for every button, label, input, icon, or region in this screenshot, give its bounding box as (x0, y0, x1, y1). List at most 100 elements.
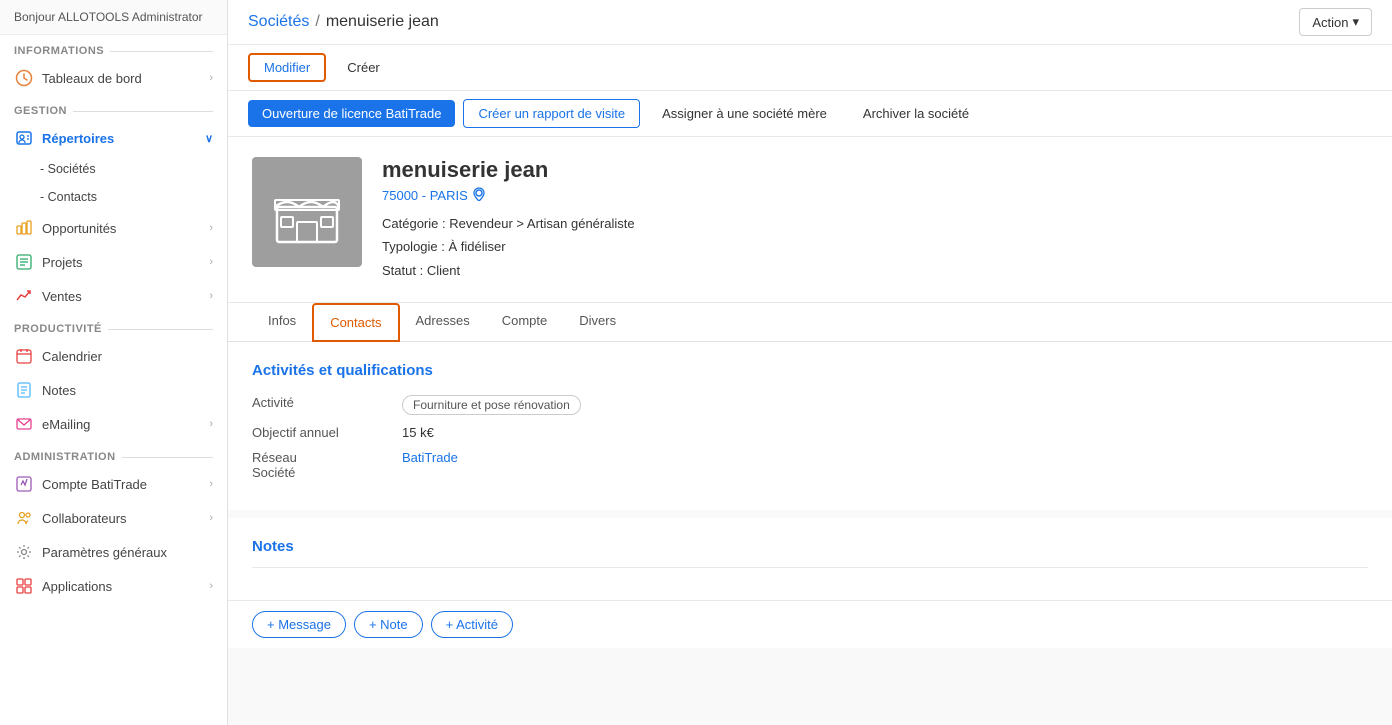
compte-icon (14, 474, 34, 494)
btn-activite[interactable]: + Activité (431, 611, 513, 638)
sidebar-label-tableaux: Tableaux de bord (42, 71, 142, 86)
collaborateurs-icon (14, 508, 34, 528)
action-bar: Ouverture de licence BatiTrade Créer un … (228, 91, 1392, 137)
location-text: 75000 - PARIS (382, 188, 468, 203)
sidebar-label-notes: Notes (42, 383, 76, 398)
status-value: Client (427, 263, 460, 278)
action-dropdown-button[interactable]: Action ▾ (1299, 8, 1372, 36)
chevron-applications: › (209, 580, 213, 592)
btn-ouverture-licence[interactable]: Ouverture de licence BatiTrade (248, 100, 455, 127)
field-label-reseau: Réseau Société (252, 450, 402, 480)
tab-contacts[interactable]: Contacts (312, 303, 399, 342)
sidebar-item-emailing[interactable]: eMailing › (0, 407, 227, 441)
sidebar-item-collaborateurs[interactable]: Collaborateurs › (0, 501, 227, 535)
field-label-activite: Activité (252, 395, 402, 410)
record-header: menuiserie jean 75000 - PARIS Catégorie … (228, 137, 1392, 303)
breadcrumb: Sociétés / menuiserie jean (248, 13, 1299, 31)
section-productivite: PRODUCTIVITÉ (0, 313, 227, 339)
section-informations: INFORMATIONS (0, 35, 227, 61)
category-label: Catégorie : (382, 216, 446, 231)
projets-icon (14, 252, 34, 272)
notes-icon (14, 380, 34, 400)
tab-infos[interactable]: Infos (252, 303, 312, 342)
tab-adresses[interactable]: Adresses (400, 303, 486, 342)
sidebar-item-opportunites[interactable]: Opportunités › (0, 211, 227, 245)
opportunities-icon (14, 218, 34, 238)
activite-tag: Fourniture et pose rénovation (402, 395, 581, 415)
breadcrumb-current: menuiserie jean (326, 13, 439, 31)
sidebar-item-projets[interactable]: Projets › (0, 245, 227, 279)
btn-creer-rapport[interactable]: Créer un rapport de visite (463, 99, 640, 128)
sidebar-item-contacts[interactable]: - Contacts (0, 183, 227, 211)
content-area: menuiserie jean 75000 - PARIS Catégorie … (228, 137, 1392, 725)
creer-button[interactable]: Créer (332, 54, 395, 81)
sidebar-label-societes: - Sociétés (40, 162, 96, 176)
sidebar-label-collaborateurs: Collaborateurs (42, 511, 127, 526)
chevron-projets: › (209, 256, 213, 268)
field-reseau-societe: Réseau Société BatiTrade (252, 450, 1368, 480)
sidebar-item-repertoires[interactable]: Répertoires ∨ (0, 121, 227, 155)
chevron-emailing: › (209, 418, 213, 430)
field-value-objectif: 15 k€ (402, 425, 1368, 440)
settings-icon (14, 542, 34, 562)
field-label-objectif: Objectif annuel (252, 425, 402, 440)
topbar: Sociétés / menuiserie jean Action ▾ (228, 0, 1392, 45)
main-content: Sociétés / menuiserie jean Action ▾ Modi… (228, 0, 1392, 725)
activites-title: Activités et qualifications (252, 362, 1368, 379)
company-info: menuiserie jean 75000 - PARIS Catégorie … (382, 157, 1368, 282)
field-value-reseau: BatiTrade (402, 450, 1368, 465)
sidebar-item-ventes[interactable]: Ventes › (0, 279, 227, 313)
sidebar-label-ventes: Ventes (42, 289, 82, 304)
sidebar-label-parametres: Paramètres généraux (42, 545, 167, 560)
notes-title: Notes (252, 538, 1368, 555)
field-activite: Activité Fourniture et pose rénovation (252, 395, 1368, 415)
calendar-icon (14, 346, 34, 366)
company-location: 75000 - PARIS (382, 187, 1368, 204)
modifier-button[interactable]: Modifier (248, 53, 326, 82)
action-label: Action (1312, 15, 1348, 30)
sidebar-item-societes[interactable]: - Sociétés (0, 155, 227, 183)
company-name: menuiserie jean (382, 157, 1368, 183)
sidebar-label-emailing: eMailing (42, 417, 90, 432)
section-gestion: GESTION (0, 95, 227, 121)
sidebar-item-tableaux-de-bord[interactable]: Tableaux de bord › (0, 61, 227, 95)
sidebar-item-compte-batitrade[interactable]: Compte BatiTrade › (0, 467, 227, 501)
btn-message[interactable]: + Message (252, 611, 346, 638)
sidebar-label-opportunites: Opportunités (42, 221, 116, 236)
btn-note[interactable]: + Note (354, 611, 423, 638)
status-label: Statut : (382, 263, 423, 278)
action-chevron-icon: ▾ (1352, 14, 1359, 30)
bottom-bar: + Message + Note + Activité (228, 600, 1392, 648)
batitrade-link[interactable]: BatiTrade (402, 450, 458, 465)
sidebar-label-projets: Projets (42, 255, 82, 270)
tab-compte[interactable]: Compte (486, 303, 564, 342)
field-value-activite: Fourniture et pose rénovation (402, 395, 1368, 415)
chevron-tableaux: › (209, 72, 213, 84)
notes-divider (252, 567, 1368, 568)
sidebar-item-parametres[interactable]: Paramètres généraux (0, 535, 227, 569)
tab-divers[interactable]: Divers (563, 303, 632, 342)
sidebar-item-applications[interactable]: Applications › (0, 569, 227, 603)
emailing-icon (14, 414, 34, 434)
breadcrumb-link[interactable]: Sociétés (248, 13, 309, 31)
chevron-opportunites: › (209, 222, 213, 234)
company-meta: Catégorie : Revendeur > Artisan générali… (382, 212, 1368, 282)
btn-assigner-societe[interactable]: Assigner à une société mère (648, 100, 841, 127)
sidebar-item-calendrier[interactable]: Calendrier (0, 339, 227, 373)
sidebar-greeting: Bonjour ALLOTOOLS Administrator (0, 0, 227, 35)
breadcrumb-separator: / (315, 13, 319, 31)
chevron-collaborateurs: › (209, 512, 213, 524)
sidebar-label-compte: Compte BatiTrade (42, 477, 147, 492)
sidebar-item-notes[interactable]: Notes (0, 373, 227, 407)
toolbar: Modifier Créer (228, 45, 1392, 91)
chevron-compte: › (209, 478, 213, 490)
activites-section: Activités et qualifications Activité Fou… (228, 342, 1392, 510)
sidebar: Bonjour ALLOTOOLS Administrator INFORMAT… (0, 0, 228, 725)
typology-label: Typologie : (382, 239, 445, 254)
category-value: Revendeur > Artisan généraliste (449, 216, 634, 231)
chevron-repertoires: ∨ (205, 132, 213, 145)
clock-icon (14, 68, 34, 88)
ventes-icon (14, 286, 34, 306)
applications-icon (14, 576, 34, 596)
btn-archiver-societe[interactable]: Archiver la société (849, 100, 983, 127)
